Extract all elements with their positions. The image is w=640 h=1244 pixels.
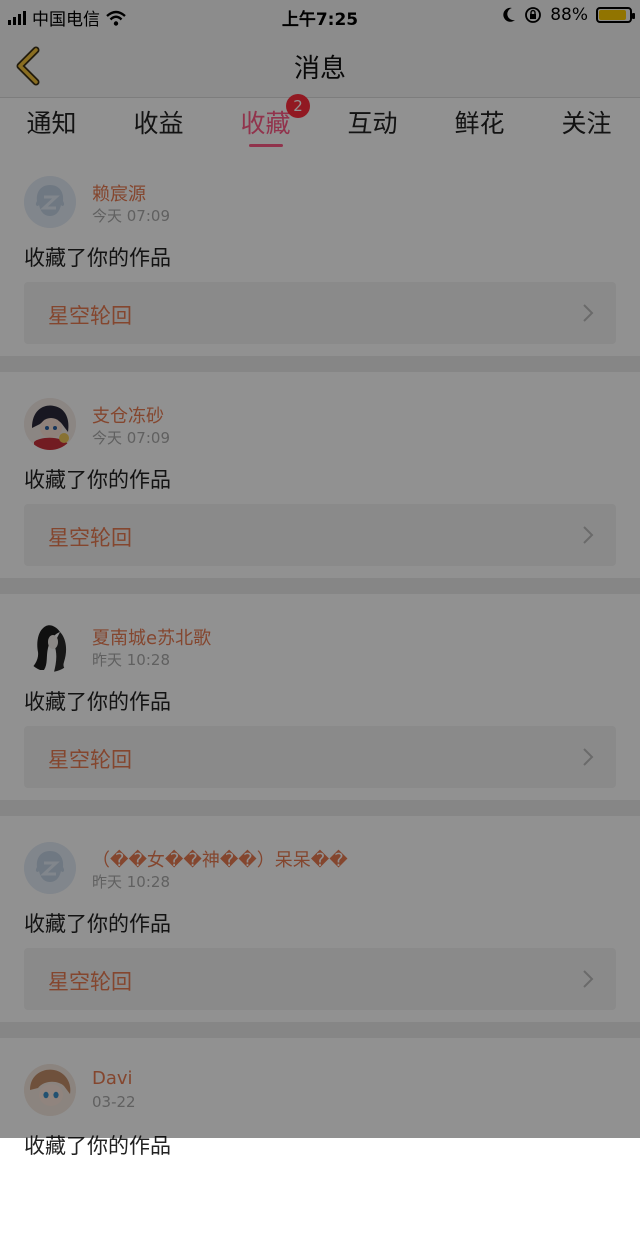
- action-text: 收藏了你的作品: [24, 1134, 171, 1158]
- timestamp: 03-22: [92, 1093, 136, 1111]
- divider: [0, 800, 640, 816]
- user-name[interactable]: 赖宸源: [92, 180, 146, 206]
- tab-earnings[interactable]: 收益: [105, 104, 212, 140]
- list-item: Davi 03-22 收藏了你的作品: [0, 1038, 640, 1244]
- battery-percent: 88%: [550, 5, 588, 25]
- work-title: 星空轮回: [48, 748, 132, 772]
- list-item: 赖宸源 今天 07:09 收藏了你的作品 星空轮回: [0, 150, 640, 356]
- status-right: 88%: [502, 5, 635, 25]
- chevron-right-icon: [583, 748, 594, 766]
- rotation-lock-icon: [525, 7, 542, 23]
- chevron-right-icon: [583, 304, 594, 322]
- list-item: 支仓冻砂 今天 07:09 收藏了你的作品 星空轮回: [0, 372, 640, 578]
- tab-label: 关注: [561, 109, 612, 138]
- tab-label: 收益: [133, 109, 184, 138]
- chevron-right-icon: [583, 970, 594, 988]
- tab-flowers[interactable]: 鲜花: [426, 104, 533, 140]
- work-link[interactable]: 星空轮回: [24, 726, 616, 788]
- avatar[interactable]: [24, 176, 76, 228]
- list-item: 夏南城e苏北歌 昨天 10:28 收藏了你的作品 星空轮回: [0, 594, 640, 800]
- divider: [0, 356, 640, 372]
- tab-bar: 通知 收益 收藏 2 互动 鲜花 关注: [0, 94, 640, 148]
- timestamp: 今天 07:09: [92, 207, 170, 225]
- divider: [0, 578, 640, 594]
- page-title: 消息: [293, 54, 346, 84]
- tab-notifications[interactable]: 通知: [0, 104, 105, 140]
- divider: [0, 1022, 640, 1038]
- work-title: 星空轮回: [48, 304, 132, 328]
- action-text: 收藏了你的作品: [24, 690, 171, 714]
- default-avatar-icon: [24, 176, 76, 228]
- action-text: 收藏了你的作品: [24, 912, 171, 936]
- avatar[interactable]: [24, 398, 76, 450]
- user-name[interactable]: Davi: [92, 1068, 133, 1089]
- tab-label: 收藏: [240, 109, 291, 138]
- avatar[interactable]: [24, 842, 76, 894]
- action-text: 收藏了你的作品: [24, 468, 171, 492]
- work-title: 星空轮回: [48, 970, 132, 994]
- active-tab-indicator: [248, 144, 283, 147]
- work-link[interactable]: 星空轮回: [24, 948, 616, 1010]
- work-link[interactable]: 星空轮回: [24, 282, 616, 344]
- timestamp: 昨天 10:28: [92, 651, 170, 669]
- tab-favorites[interactable]: 收藏 2: [212, 94, 319, 147]
- timestamp: 昨天 10:28: [92, 873, 170, 891]
- default-avatar-icon: [24, 842, 76, 894]
- tab-following[interactable]: 关注: [533, 104, 640, 140]
- list-item: （��女��神��）呆呆�� 昨天 10:28 收藏了你的作品 星空轮回: [0, 816, 640, 1022]
- action-text: 收藏了你的作品: [24, 246, 171, 270]
- anime-avatar-icon: [24, 1064, 76, 1116]
- sketch-avatar-icon: [24, 620, 76, 672]
- user-name[interactable]: （��女��神��）呆呆��: [92, 846, 348, 872]
- status-bar: 中国电信 上午7:25 88%: [0, 0, 640, 32]
- tab-label: 鲜花: [454, 109, 505, 138]
- anime-avatar-icon: [24, 398, 76, 450]
- tab-label: 通知: [26, 109, 77, 138]
- work-title: 星空轮回: [48, 526, 132, 550]
- message-feed: 赖宸源 今天 07:09 收藏了你的作品 星空轮回 支仓冻砂 今天 07:09 …: [0, 150, 640, 1244]
- battery-icon: [596, 7, 635, 23]
- timestamp: 今天 07:09: [92, 429, 170, 447]
- work-link[interactable]: 星空轮回: [24, 504, 616, 566]
- chevron-right-icon: [583, 526, 594, 544]
- user-name[interactable]: 夏南城e苏北歌: [92, 624, 211, 650]
- nav-bar: 消息: [0, 32, 640, 98]
- moon-icon: [503, 7, 516, 22]
- tab-interactions[interactable]: 互动: [319, 104, 426, 140]
- unread-badge: 2: [286, 94, 310, 118]
- avatar[interactable]: [24, 620, 76, 672]
- avatar[interactable]: [24, 1064, 76, 1116]
- tab-label: 互动: [347, 109, 398, 138]
- user-name[interactable]: 支仓冻砂: [92, 402, 164, 428]
